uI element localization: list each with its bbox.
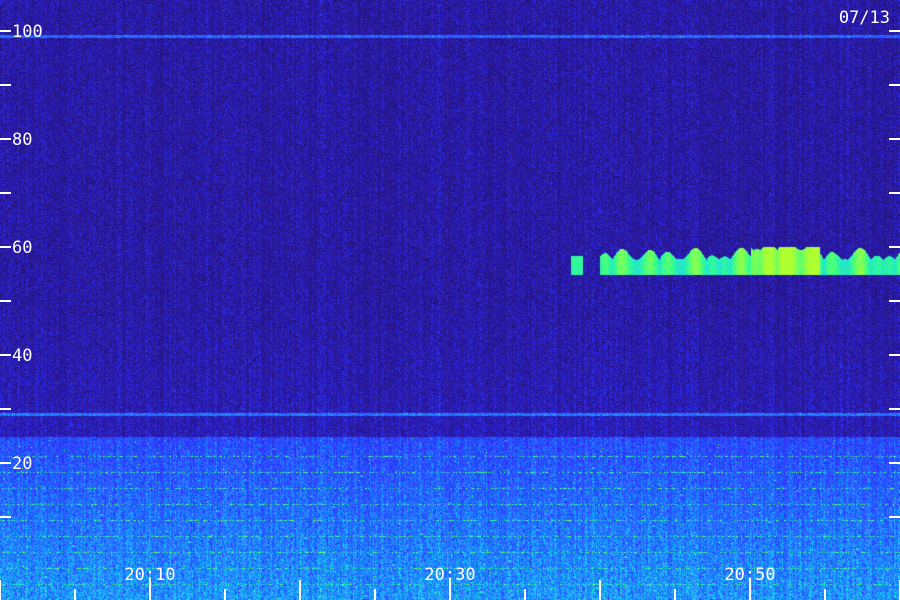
date-label: 07/13 — [839, 8, 890, 28]
y-tick-label: 80 — [12, 130, 32, 150]
x-tick-label: 20:50 — [724, 565, 775, 585]
y-tick-label: 100 — [12, 22, 43, 42]
y-tick-label: 40 — [12, 346, 32, 366]
x-tick-label: 20:30 — [424, 565, 475, 585]
y-axis: 100 80 60 40 20 — [0, 22, 900, 518]
y-tick-label: 60 — [12, 238, 32, 258]
y-tick-label: 20 — [12, 454, 32, 474]
chart-overlay: 100 80 60 40 20 20:10 20:30 20:50 07/13 — [0, 8, 900, 600]
x-axis: 20:10 20:30 20:50 — [0, 565, 900, 600]
spectrogram-chart: 100 80 60 40 20 20:10 20:30 20:50 07/13 — [0, 0, 900, 600]
x-tick-label: 20:10 — [124, 565, 175, 585]
